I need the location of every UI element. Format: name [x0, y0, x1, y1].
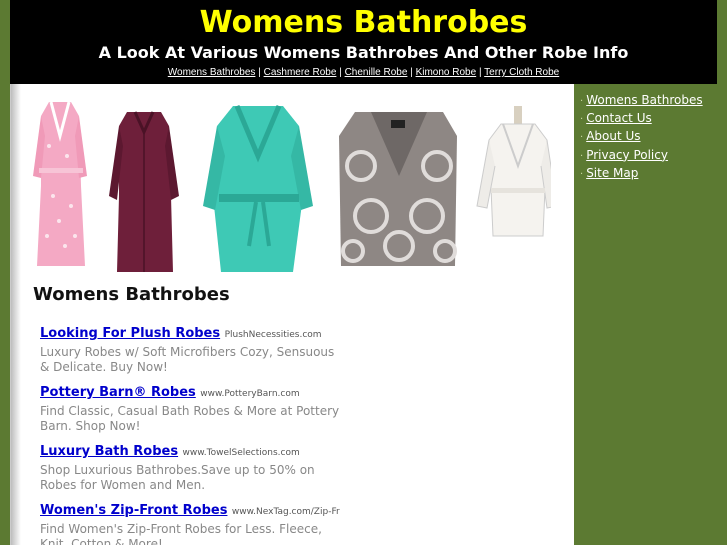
content-shadow [11, 84, 21, 545]
sidebar-item-contact-us: · Contact Us [580, 110, 703, 128]
burgundy-robe-image [109, 111, 179, 272]
ad-url: PlushNecessities.com [224, 330, 322, 340]
top-nav-chenille-robe[interactable]: Chenille Robe [345, 67, 408, 78]
bathrobes-banner-image [33, 101, 551, 272]
site-header: Womens Bathrobes A Look At Various Women… [10, 0, 717, 84]
sidebar: · Womens Bathrobes · Contact Us · About Us … [576, 84, 717, 545]
ad-title-link[interactable]: Pottery Barn® Robes [40, 385, 196, 400]
top-nav-terry-cloth-robe[interactable]: Terry Cloth Robe [484, 67, 559, 78]
bullet-icon: · [580, 150, 584, 162]
ad-title-link[interactable]: Luxury Bath Robes [40, 444, 178, 459]
pink-floral-robe-image [33, 101, 87, 266]
sidebar-item-privacy-policy: · Privacy Policy [580, 147, 703, 165]
ad-item: Women's Zip-Front Robes www.NexTag.com/Z… [40, 501, 340, 545]
nav-separator: | [258, 67, 261, 78]
bullet-icon: · [580, 168, 584, 180]
ad-title-link[interactable]: Women's Zip-Front Robes [40, 503, 227, 518]
ad-title-link[interactable]: Looking For Plush Robes [40, 326, 220, 341]
ad-list: Looking For Plush Robes PlushNecessities… [40, 324, 340, 545]
main-content: Womens Bathrobes Looking For Plush Robes… [10, 84, 574, 545]
site-subtitle: A Look At Various Womens Bathrobes And O… [98, 43, 629, 62]
teal-plush-robe-image [203, 105, 313, 272]
ad-item: Looking For Plush Robes PlushNecessities… [40, 324, 340, 383]
sidebar-link-contact-us[interactable]: Contact Us [586, 111, 652, 125]
bullet-icon: · [580, 114, 584, 126]
sidebar-item-womens-bathrobes: · Womens Bathrobes [580, 92, 703, 110]
sidebar-item-site-map: · Site Map [580, 165, 703, 183]
sidebar-item-about-us: · About Us [580, 128, 703, 146]
site-title: Womens Bathrobes [199, 5, 528, 40]
sidebar-link-about-us[interactable]: About Us [586, 129, 640, 143]
top-nav-womens-bathrobes[interactable]: Womens Bathrobes [168, 67, 256, 78]
white-waffle-robe-image [476, 106, 551, 237]
nav-separator: | [478, 67, 482, 78]
ad-description: Find Women's Zip-Front Robes for Less. F… [40, 522, 322, 545]
top-nav-kimono-robe[interactable]: Kimono Robe [416, 67, 477, 78]
ad-url: www.TowelSelections.com [182, 448, 300, 458]
ad-item: Pottery Barn® Robes www.PotteryBarn.com … [40, 383, 340, 442]
sidebar-link-site-map[interactable]: Site Map [586, 166, 638, 180]
nav-separator: | [339, 67, 342, 78]
ad-description: Luxury Robes w/ Soft Microfibers Cozy, S… [40, 345, 335, 374]
ad-url: www.PotteryBarn.com [200, 389, 300, 399]
grey-pattern-robe-image [339, 112, 457, 266]
bullet-icon: · [580, 132, 584, 144]
top-nav-cashmere-robe[interactable]: Cashmere Robe [264, 67, 337, 78]
ad-description: Shop Luxurious Bathrobes.Save up to 50% … [40, 463, 315, 492]
ad-url: www.NexTag.com/Zip-Front-... [231, 507, 340, 517]
sidebar-link-privacy-policy[interactable]: Privacy Policy [586, 148, 668, 162]
ad-item: Luxury Bath Robes www.TowelSelections.co… [40, 442, 340, 501]
nav-separator: | [410, 67, 413, 78]
bullet-icon: · [580, 96, 584, 107]
sidebar-link-womens-bathrobes[interactable]: Womens Bathrobes [586, 93, 702, 107]
ad-description: Find Classic, Casual Bath Robes & More a… [40, 404, 340, 433]
page-title: Womens Bathrobes [33, 284, 230, 305]
sidebar-menu: · Womens Bathrobes · Contact Us · About Us … [580, 92, 703, 183]
top-nav: Womens Bathrobes | Cashmere Robe | Cheni… [10, 66, 717, 79]
